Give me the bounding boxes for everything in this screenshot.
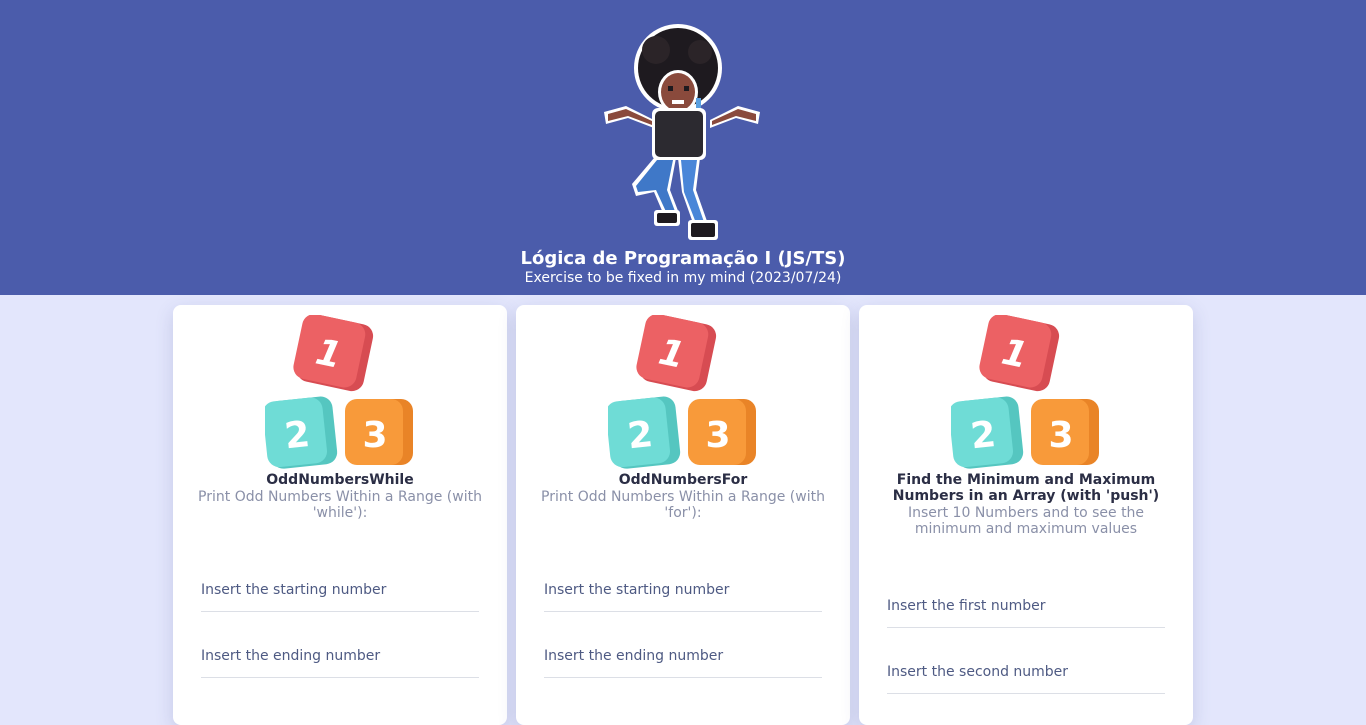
block-2-label: 2 bbox=[626, 414, 655, 457]
exercise-card-odd-while: 1 2 3 OddNumbersWhile Print Odd Numbers … bbox=[173, 305, 507, 725]
input-placeholder: Insert the ending number bbox=[544, 648, 724, 664]
card-title: OddNumbersFor bbox=[618, 472, 748, 488]
avatar bbox=[604, 24, 760, 240]
ending-number-input[interactable]: Insert the ending number bbox=[544, 633, 822, 678]
number-blocks-icon: 1 2 3 bbox=[608, 315, 756, 469]
input-placeholder: Insert the starting number bbox=[544, 582, 730, 598]
number-blocks-icon: 1 2 3 bbox=[951, 315, 1099, 469]
block-3-label: 3 bbox=[362, 415, 387, 456]
block-2-label: 2 bbox=[969, 414, 998, 457]
page-title: Lógica de Programação I (JS/TS) bbox=[520, 248, 846, 269]
card-description: Print Odd Numbers Within a Range (with '… bbox=[541, 489, 825, 521]
card-description: Insert 10 Numbers and to see the minimum… bbox=[907, 505, 1145, 537]
first-number-input[interactable]: Insert the first number bbox=[887, 583, 1165, 628]
second-number-input[interactable]: Insert the second number bbox=[887, 649, 1165, 694]
page-subtitle: Exercise to be fixed in my mind (2023/07… bbox=[524, 270, 842, 286]
card-title: Find the Minimum and Maximum Numbers in … bbox=[892, 472, 1160, 504]
card-description: Print Odd Numbers Within a Range (with '… bbox=[198, 489, 482, 521]
input-placeholder: Insert the ending number bbox=[201, 648, 381, 664]
input-placeholder: Insert the starting number bbox=[201, 582, 387, 598]
page-header: Lógica de Programação I (JS/TS) Exercise… bbox=[0, 0, 1366, 295]
block-3-label: 3 bbox=[1048, 415, 1073, 456]
block-2-label: 2 bbox=[283, 414, 312, 457]
exercise-card-odd-for: 1 2 3 OddNumbersFor Print Odd Numbers Wi… bbox=[516, 305, 850, 725]
input-placeholder: Insert the second number bbox=[887, 664, 1069, 680]
starting-number-input[interactable]: Insert the starting number bbox=[544, 567, 822, 612]
number-blocks-icon: 1 2 3 bbox=[265, 315, 413, 469]
ending-number-input[interactable]: Insert the ending number bbox=[201, 633, 479, 678]
block-3-label: 3 bbox=[705, 415, 730, 456]
exercise-card-min-max: 1 2 3 Find the Minimum and Maximum Numbe… bbox=[859, 305, 1193, 725]
starting-number-input[interactable]: Insert the starting number bbox=[201, 567, 479, 612]
card-title: OddNumbersWhile bbox=[266, 472, 414, 488]
input-placeholder: Insert the first number bbox=[887, 598, 1046, 614]
